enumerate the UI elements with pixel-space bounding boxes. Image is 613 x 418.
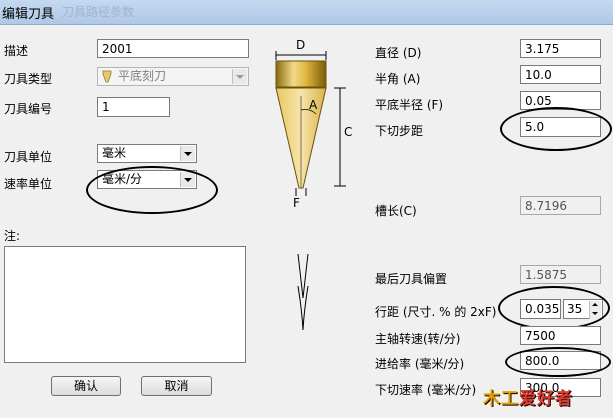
- tool-profile: [297, 285, 309, 331]
- half-angle-label: 半角 (A): [375, 72, 421, 86]
- tool-shank: [275, 60, 327, 88]
- tool-type-label: 刀具类型: [4, 72, 53, 86]
- diameter-label: 直径 (D): [375, 46, 422, 60]
- flute-length-label: 槽长(C): [375, 204, 417, 218]
- stepdown-label: 下切步距: [375, 124, 424, 138]
- plunge-rate-label: 下切速率 (毫米/分): [375, 383, 477, 397]
- a-label: A: [309, 98, 318, 112]
- rate-unit-label: 速率单位: [4, 177, 53, 191]
- feed-rate-label: 进给率 (毫米/分): [375, 357, 465, 371]
- spindle-speed-input[interactable]: 7500: [520, 326, 601, 345]
- flat-radius-label: 平底半径 (F): [375, 98, 444, 112]
- profile-upper: [297, 253, 309, 299]
- tool-diagram: [275, 51, 346, 331]
- tool-unit-select[interactable]: 毫米: [97, 144, 197, 163]
- tool-type-icon: [102, 70, 112, 83]
- ok-button[interactable]: 确认: [51, 376, 121, 396]
- notes-label: 注:: [4, 229, 21, 243]
- highlight-circle: [505, 347, 611, 377]
- cancel-button[interactable]: 取消: [141, 376, 212, 396]
- tool-unit-value: 毫米: [102, 146, 127, 160]
- highlight-circle: [498, 286, 610, 330]
- description-label: 描述: [4, 44, 29, 58]
- tool-number-input[interactable]: 1: [97, 97, 170, 117]
- watermark-part1: 木工: [483, 389, 519, 409]
- highlight-circle: [86, 166, 218, 214]
- tool-unit-label: 刀具单位: [4, 150, 53, 164]
- flute-length-value: 8.7196: [520, 196, 601, 215]
- d-label: D: [296, 38, 306, 52]
- tool-number-label: 刀具编号: [4, 102, 53, 116]
- c-label: C: [344, 125, 353, 139]
- background-window-title: 刀具路径参数: [62, 5, 135, 19]
- last-offset-label: 最后刀具偏置: [375, 272, 448, 286]
- last-offset-value: 1.5875: [520, 265, 601, 284]
- profile-guide: [296, 254, 310, 331]
- description-input[interactable]: 2001: [97, 39, 249, 58]
- spindle-speed-label: 主轴转速(转/分): [375, 332, 461, 346]
- stepover-label: 行距 (尺寸. % 的 2xF): [375, 305, 497, 319]
- notes-textarea[interactable]: [4, 246, 246, 363]
- highlight-circle: [500, 107, 612, 151]
- watermark-logo: 木工爱好者: [483, 384, 607, 414]
- f-label: F: [293, 196, 300, 210]
- watermark-part2: 爱好者: [519, 389, 573, 409]
- window-title: 编辑刀具: [2, 7, 55, 22]
- diameter-input[interactable]: 3.175: [520, 39, 601, 58]
- tool-type-select[interactable]: 平底刻刀: [97, 67, 249, 86]
- chevron-down-icon: [180, 146, 195, 161]
- title-bar: 编辑刀具 刀具路径参数: [0, 0, 613, 25]
- chevron-down-icon: [232, 69, 247, 84]
- half-angle-input[interactable]: 10.0: [520, 65, 601, 84]
- tool-type-value: 平底刻刀: [118, 69, 167, 83]
